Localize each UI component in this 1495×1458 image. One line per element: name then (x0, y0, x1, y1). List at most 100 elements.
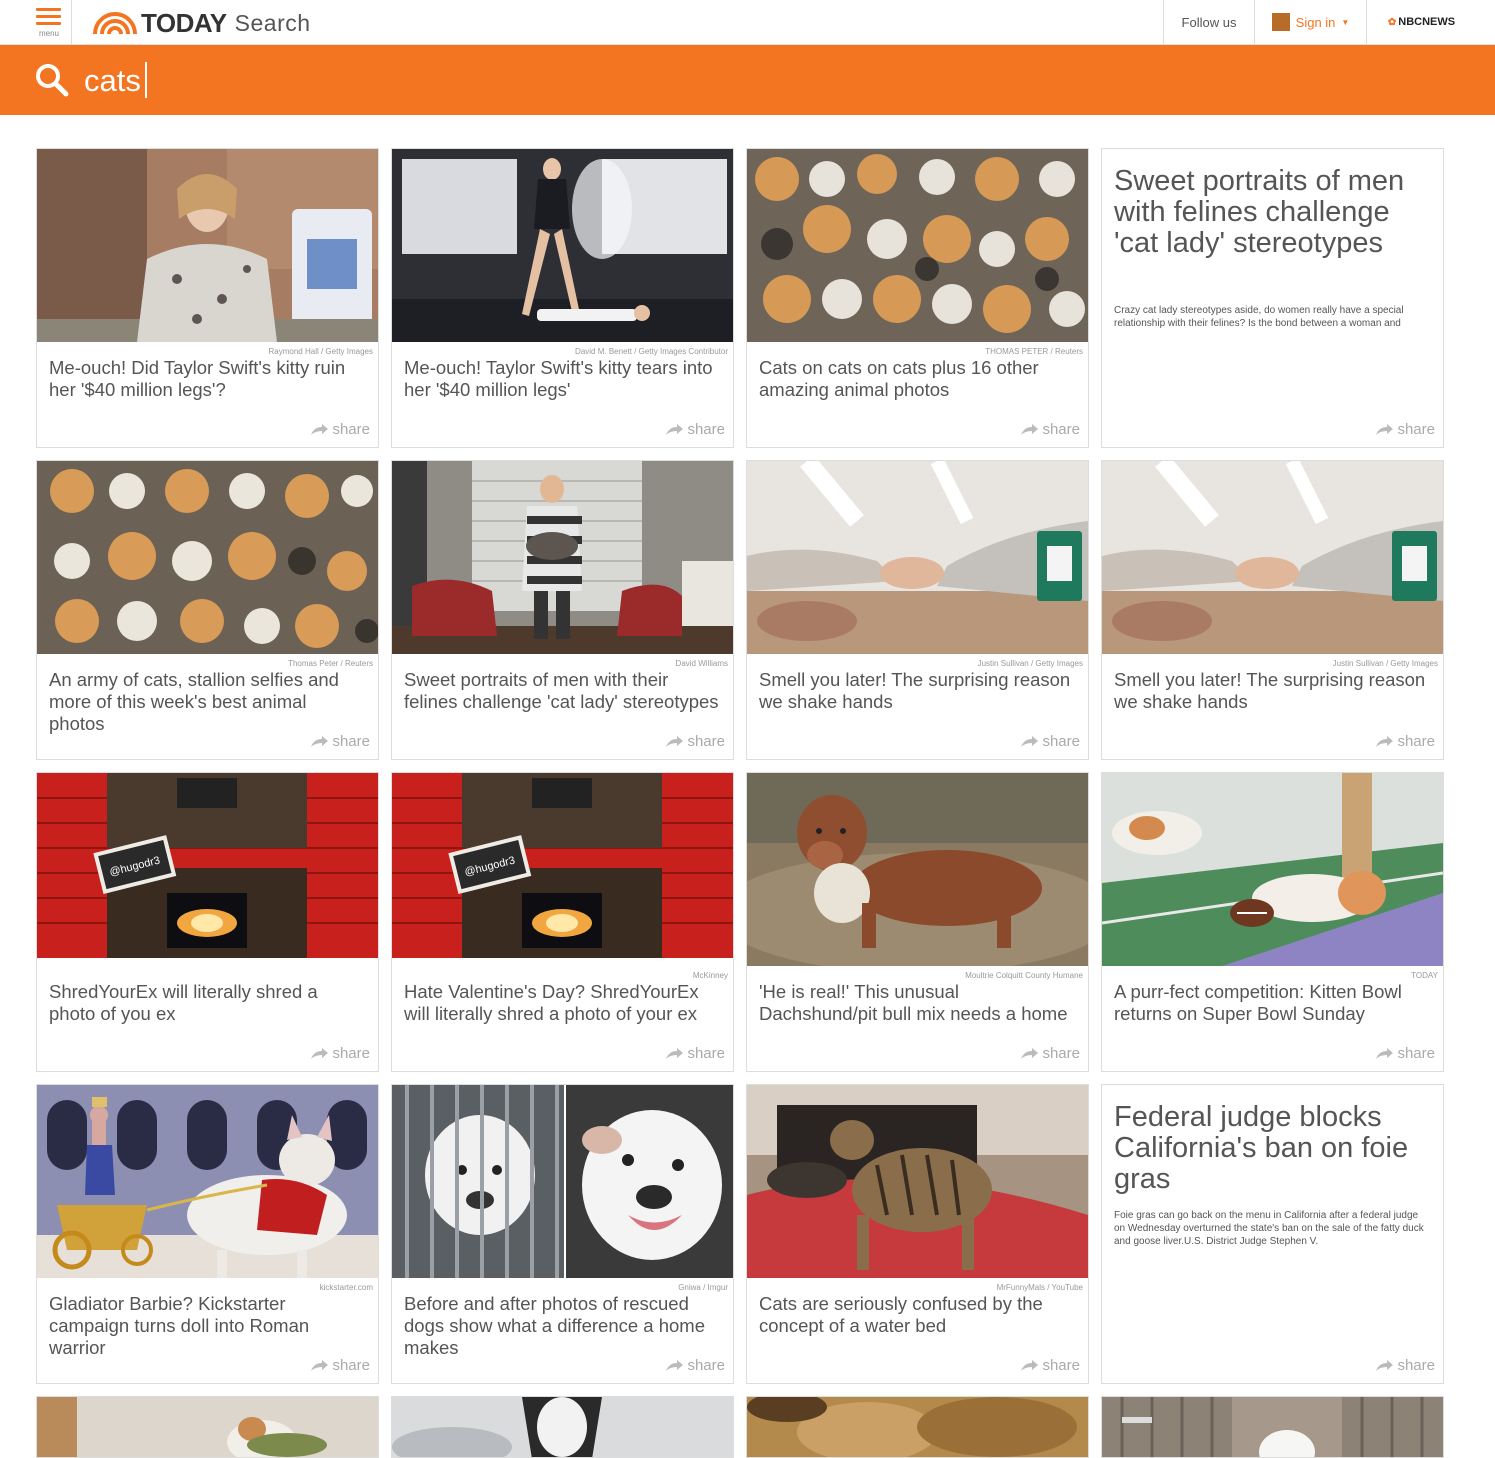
share-button[interactable]: share (1376, 733, 1435, 750)
share-label: share (332, 421, 370, 438)
share-button[interactable]: share (1376, 1357, 1435, 1374)
share-button[interactable]: share (666, 1357, 725, 1374)
share-label: share (332, 1357, 370, 1374)
nbc-news-label: NBCNEWS (1398, 16, 1456, 28)
share-button[interactable]: share (666, 733, 725, 750)
card-image (1102, 461, 1443, 654)
text-result-card[interactable]: Federal judge blocks California's ban on… (1101, 1084, 1444, 1384)
share-label: share (687, 1045, 725, 1062)
photo-credit: Thomas Peter / Reuters (288, 659, 373, 668)
result-card[interactable] (36, 1396, 379, 1458)
result-card[interactable]: Moultrie Colquitt County Humane 'He is r… (746, 772, 1089, 1072)
share-label: share (1042, 1045, 1080, 1062)
card-title[interactable]: A purr-fect competition: Kitten Bowl ret… (1114, 981, 1431, 1025)
photo-credit: Gniwa / Imgur (678, 1283, 728, 1292)
result-card[interactable]: THOMAS PETER / Reuters Cats on cats on c… (746, 148, 1089, 448)
result-card[interactable]: Gniwa / Imgur Before and after photos of… (391, 1084, 734, 1384)
today-logo[interactable]: TODAY Search (93, 7, 311, 38)
result-card[interactable]: Raymond Hall / Getty Images Me-ouch! Did… (36, 148, 379, 448)
peacock-icon: ✿ (1387, 16, 1397, 28)
result-card[interactable] (1101, 1396, 1444, 1458)
share-arrow-icon (311, 736, 329, 747)
photo-credit: Justin Sullivan / Getty Images (1332, 659, 1438, 668)
share-button[interactable]: share (1021, 421, 1080, 438)
share-button[interactable]: share (1021, 1045, 1080, 1062)
card-title[interactable]: Smell you later! The surprising reason w… (759, 669, 1076, 713)
share-button[interactable]: share (1021, 1357, 1080, 1374)
menu-button[interactable]: menu (26, 0, 72, 44)
today-sun-icon (93, 12, 137, 34)
card-title[interactable]: Sweet portraits of men with their feline… (404, 669, 721, 713)
result-card[interactable]: David Williams Sweet portraits of men wi… (391, 460, 734, 760)
result-card[interactable]: @hugodr3 ShredYourEx will literally shre… (36, 772, 379, 1072)
card-title[interactable]: Before and after photos of rescued dogs … (404, 1293, 721, 1359)
share-label: share (1042, 421, 1080, 438)
card-image (747, 1085, 1088, 1278)
share-label: share (332, 733, 370, 750)
result-card[interactable]: @hugodr3 McKinney Hate Valentine's Day? … (391, 772, 734, 1072)
card-title[interactable]: ShredYourEx will literally shred a photo… (49, 981, 366, 1025)
share-button[interactable]: share (311, 1045, 370, 1062)
text-result-card[interactable]: Sweet portraits of men with felines chal… (1101, 148, 1444, 448)
result-card[interactable]: TODAY A purr-fect competition: Kitten Bo… (1101, 772, 1444, 1072)
share-button[interactable]: share (311, 733, 370, 750)
photo-credit: MrFunnyMals / YouTube (996, 1283, 1083, 1292)
search-input[interactable] (84, 59, 684, 103)
share-label: share (687, 421, 725, 438)
share-arrow-icon (666, 1360, 684, 1371)
logo-text: TODAY (141, 7, 227, 38)
nbc-news-link[interactable]: ✿ NBCNEWS (1366, 0, 1476, 44)
section-title: Search (234, 9, 311, 36)
result-card[interactable]: Justin Sullivan / Getty Images Smell you… (1101, 460, 1444, 760)
search-icon[interactable] (34, 62, 70, 98)
card-image: @hugodr3 (37, 773, 378, 958)
share-arrow-icon (1376, 1048, 1394, 1059)
share-button[interactable]: share (1376, 421, 1435, 438)
card-image (747, 1397, 1088, 1457)
text-cursor (145, 62, 147, 98)
card-title[interactable]: Hate Valentine's Day? ShredYourEx will l… (404, 981, 721, 1025)
card-title[interactable]: Cats on cats on cats plus 16 other amazi… (759, 357, 1076, 401)
share-arrow-icon (311, 424, 329, 435)
card-image (37, 149, 378, 342)
share-label: share (1397, 421, 1435, 438)
share-arrow-icon (311, 1360, 329, 1371)
avatar (1271, 13, 1290, 31)
card-image (37, 461, 378, 654)
card-title[interactable]: Me-ouch! Taylor Swift's kitty tears into… (404, 357, 721, 401)
photo-credit: McKinney (692, 971, 728, 980)
card-title[interactable]: Federal judge blocks California's ban on… (1114, 1102, 1423, 1195)
result-card[interactable]: kickstarter.com Gladiator Barbie? Kickst… (36, 1084, 379, 1384)
card-title[interactable]: Smell you later! The surprising reason w… (1114, 669, 1431, 713)
share-button[interactable]: share (311, 421, 370, 438)
share-arrow-icon (311, 1048, 329, 1059)
card-title[interactable]: Me-ouch! Did Taylor Swift's kitty ruin h… (49, 357, 366, 401)
result-card[interactable] (746, 1396, 1089, 1458)
share-button[interactable]: share (311, 1357, 370, 1374)
result-card[interactable]: Justin Sullivan / Getty Images Smell you… (746, 460, 1089, 760)
photo-credit: David M. Benett / Getty Images Contribut… (575, 347, 728, 356)
sign-in-button[interactable]: Sign in ▼ (1254, 0, 1366, 44)
share-button[interactable]: share (666, 1045, 725, 1062)
caret-down-icon: ▼ (1341, 17, 1350, 27)
share-button[interactable]: share (666, 421, 725, 438)
card-title[interactable]: An army of cats, stallion selfies and mo… (49, 669, 366, 735)
share-arrow-icon (1376, 736, 1394, 747)
photo-credit: David Williams (675, 659, 728, 668)
card-title[interactable]: 'He is real!' This unusual Dachshund/pit… (759, 981, 1076, 1025)
result-card[interactable]: Thomas Peter / Reuters An army of cats, … (36, 460, 379, 760)
card-title[interactable]: Sweet portraits of men with felines chal… (1114, 166, 1423, 259)
card-image (37, 1397, 378, 1457)
share-button[interactable]: share (1021, 733, 1080, 750)
photo-credit: Raymond Hall / Getty Images (268, 347, 373, 356)
follow-us-link[interactable]: Follow us (1163, 0, 1254, 44)
card-title[interactable]: Gladiator Barbie? Kickstarter campaign t… (49, 1293, 366, 1359)
share-label: share (687, 1357, 725, 1374)
result-card[interactable]: MrFunnyMals / YouTube Cats are seriously… (746, 1084, 1089, 1384)
result-card[interactable]: David M. Benett / Getty Images Contribut… (391, 148, 734, 448)
result-card[interactable] (391, 1396, 734, 1458)
share-button[interactable]: share (1376, 1045, 1435, 1062)
card-title[interactable]: Cats are seriously confused by the conce… (759, 1293, 1076, 1337)
search-band (0, 45, 1495, 115)
share-label: share (687, 733, 725, 750)
